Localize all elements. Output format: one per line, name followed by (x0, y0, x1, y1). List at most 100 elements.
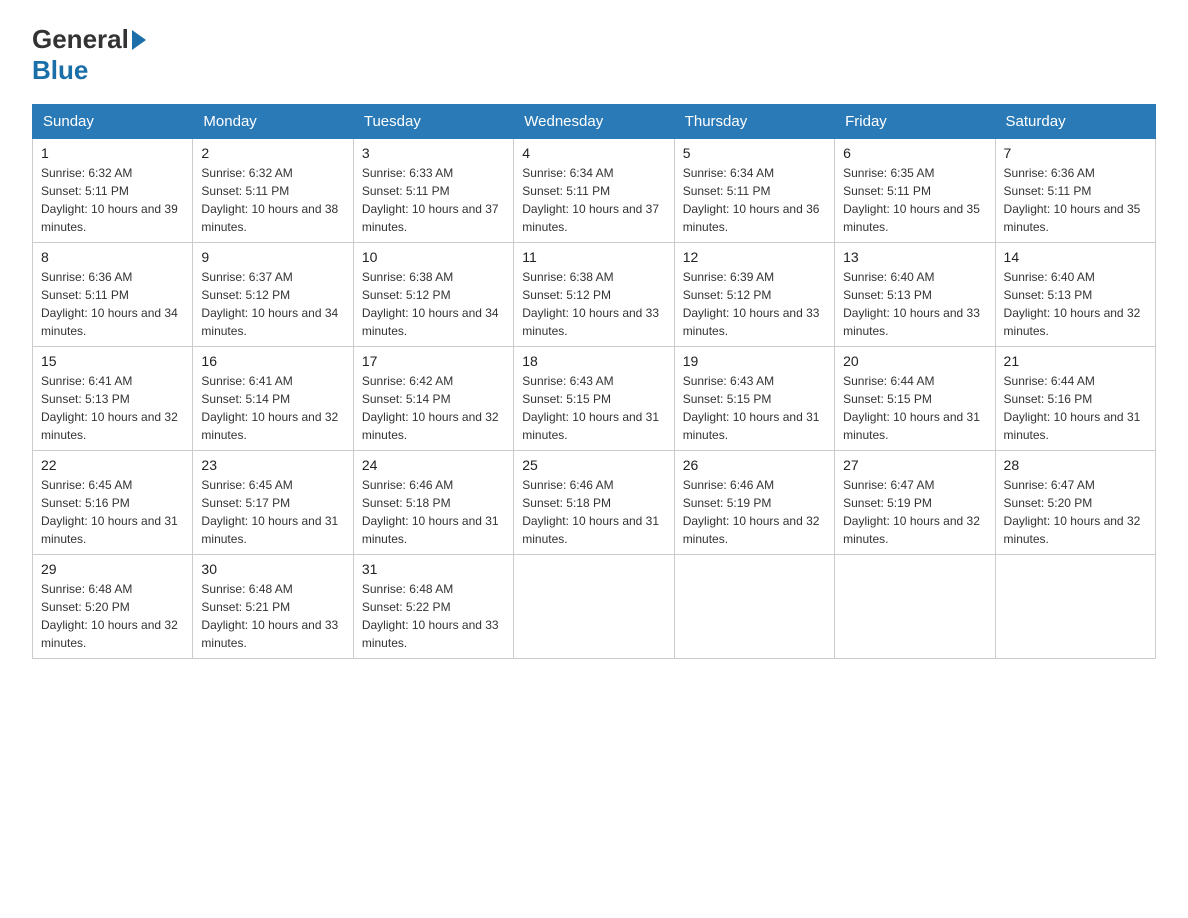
day-info: Sunrise: 6:46 AMSunset: 5:19 PMDaylight:… (683, 476, 826, 548)
day-info: Sunrise: 6:41 AMSunset: 5:14 PMDaylight:… (201, 372, 344, 444)
day-number: 22 (41, 457, 184, 473)
day-info: Sunrise: 6:46 AMSunset: 5:18 PMDaylight:… (522, 476, 665, 548)
logo-blue-text: Blue (32, 55, 88, 85)
day-info: Sunrise: 6:43 AMSunset: 5:15 PMDaylight:… (522, 372, 665, 444)
day-number: 23 (201, 457, 344, 473)
day-number: 17 (362, 353, 505, 369)
day-info: Sunrise: 6:45 AMSunset: 5:17 PMDaylight:… (201, 476, 344, 548)
day-info: Sunrise: 6:32 AMSunset: 5:11 PMDaylight:… (201, 164, 344, 236)
day-number: 30 (201, 561, 344, 577)
calendar-week-row: 29 Sunrise: 6:48 AMSunset: 5:20 PMDayligh… (33, 555, 1156, 659)
day-info: Sunrise: 6:33 AMSunset: 5:11 PMDaylight:… (362, 164, 505, 236)
calendar-header-thursday: Thursday (674, 105, 834, 139)
day-number: 24 (362, 457, 505, 473)
calendar-cell: 15 Sunrise: 6:41 AMSunset: 5:13 PMDayligh… (33, 347, 193, 451)
calendar-header-wednesday: Wednesday (514, 105, 674, 139)
day-number: 27 (843, 457, 986, 473)
calendar-cell: 5Sunrise: 6:34 AMSunset: 5:11 PMDaylight… (674, 139, 834, 243)
day-number: 13 (843, 249, 986, 265)
day-number: 3 (362, 145, 505, 161)
calendar-header-monday: Monday (193, 105, 353, 139)
calendar-cell: 17 Sunrise: 6:42 AMSunset: 5:14 PMDayligh… (353, 347, 513, 451)
logo-general-text: General (32, 24, 129, 55)
day-number: 31 (362, 561, 505, 577)
calendar-cell (835, 555, 995, 659)
day-number: 25 (522, 457, 665, 473)
day-number: 20 (843, 353, 986, 369)
calendar-week-row: 8Sunrise: 6:36 AMSunset: 5:11 PMDaylight… (33, 243, 1156, 347)
calendar-cell: 12 Sunrise: 6:39 AMSunset: 5:12 PMDayligh… (674, 243, 834, 347)
day-number: 4 (522, 145, 665, 161)
day-number: 1 (41, 145, 184, 161)
day-info: Sunrise: 6:44 AMSunset: 5:15 PMDaylight:… (843, 372, 986, 444)
calendar-cell: 16 Sunrise: 6:41 AMSunset: 5:14 PMDayligh… (193, 347, 353, 451)
calendar-cell: 4 Sunrise: 6:34 AMSunset: 5:11 PMDaylight… (514, 139, 674, 243)
day-number: 26 (683, 457, 826, 473)
calendar-week-row: 15 Sunrise: 6:41 AMSunset: 5:13 PMDayligh… (33, 347, 1156, 451)
day-number: 12 (683, 249, 826, 265)
calendar-cell: 24 Sunrise: 6:46 AMSunset: 5:18 PMDayligh… (353, 451, 513, 555)
calendar-cell: 26 Sunrise: 6:46 AMSunset: 5:19 PMDayligh… (674, 451, 834, 555)
day-info: Sunrise: 6:48 AMSunset: 5:21 PMDaylight:… (201, 580, 344, 652)
day-info: Sunrise: 6:32 AMSunset: 5:11 PMDaylight:… (41, 164, 184, 236)
calendar-cell: 10 Sunrise: 6:38 AMSunset: 5:12 PMDayligh… (353, 243, 513, 347)
day-number: 15 (41, 353, 184, 369)
calendar-cell: 6Sunrise: 6:35 AMSunset: 5:11 PMDaylight… (835, 139, 995, 243)
day-info: Sunrise: 6:36 AMSunset: 5:11 PMDaylight:… (1004, 164, 1147, 236)
calendar-cell: 14 Sunrise: 6:40 AMSunset: 5:13 PMDayligh… (995, 243, 1155, 347)
day-info: Sunrise: 6:47 AMSunset: 5:20 PMDaylight:… (1004, 476, 1147, 548)
day-info: Sunrise: 6:34 AMSunset: 5:11 PMDaylight:… (683, 164, 826, 236)
day-info: Sunrise: 6:40 AMSunset: 5:13 PMDaylight:… (1004, 268, 1147, 340)
logo-arrow-icon (132, 30, 146, 50)
calendar-cell: 31 Sunrise: 6:48 AMSunset: 5:22 PMDayligh… (353, 555, 513, 659)
calendar-cell: 1 Sunrise: 6:32 AMSunset: 5:11 PMDaylight… (33, 139, 193, 243)
day-info: Sunrise: 6:42 AMSunset: 5:14 PMDaylight:… (362, 372, 505, 444)
calendar-cell: 18 Sunrise: 6:43 AMSunset: 5:15 PMDayligh… (514, 347, 674, 451)
day-number: 18 (522, 353, 665, 369)
calendar-cell: 20 Sunrise: 6:44 AMSunset: 5:15 PMDayligh… (835, 347, 995, 451)
day-number: 16 (201, 353, 344, 369)
day-info: Sunrise: 6:48 AMSunset: 5:22 PMDaylight:… (362, 580, 505, 652)
calendar-cell: 22 Sunrise: 6:45 AMSunset: 5:16 PMDayligh… (33, 451, 193, 555)
calendar-header-sunday: Sunday (33, 105, 193, 139)
day-info: Sunrise: 6:45 AMSunset: 5:16 PMDaylight:… (41, 476, 184, 548)
calendar-cell (995, 555, 1155, 659)
calendar-header-friday: Friday (835, 105, 995, 139)
logo: General Blue (32, 24, 149, 86)
calendar-cell: 29 Sunrise: 6:48 AMSunset: 5:20 PMDayligh… (33, 555, 193, 659)
day-number: 28 (1004, 457, 1147, 473)
day-number: 29 (41, 561, 184, 577)
day-info: Sunrise: 6:38 AMSunset: 5:12 PMDaylight:… (362, 268, 505, 340)
day-info: Sunrise: 6:37 AMSunset: 5:12 PMDaylight:… (201, 268, 344, 340)
calendar-week-row: 1 Sunrise: 6:32 AMSunset: 5:11 PMDaylight… (33, 139, 1156, 243)
day-number: 14 (1004, 249, 1147, 265)
day-number: 2 (201, 145, 344, 161)
day-info: Sunrise: 6:36 AMSunset: 5:11 PMDaylight:… (41, 268, 184, 340)
calendar-cell: 25 Sunrise: 6:46 AMSunset: 5:18 PMDayligh… (514, 451, 674, 555)
calendar-cell: 9Sunrise: 6:37 AMSunset: 5:12 PMDaylight… (193, 243, 353, 347)
calendar-cell (514, 555, 674, 659)
day-info: Sunrise: 6:43 AMSunset: 5:15 PMDaylight:… (683, 372, 826, 444)
day-info: Sunrise: 6:48 AMSunset: 5:20 PMDaylight:… (41, 580, 184, 652)
calendar-cell: 28 Sunrise: 6:47 AMSunset: 5:20 PMDayligh… (995, 451, 1155, 555)
calendar-header-row: SundayMondayTuesdayWednesdayThursdayFrid… (33, 105, 1156, 139)
calendar-cell: 13 Sunrise: 6:40 AMSunset: 5:13 PMDayligh… (835, 243, 995, 347)
day-info: Sunrise: 6:40 AMSunset: 5:13 PMDaylight:… (843, 268, 986, 340)
day-number: 6 (843, 145, 986, 161)
day-info: Sunrise: 6:41 AMSunset: 5:13 PMDaylight:… (41, 372, 184, 444)
day-info: Sunrise: 6:46 AMSunset: 5:18 PMDaylight:… (362, 476, 505, 548)
calendar-week-row: 22 Sunrise: 6:45 AMSunset: 5:16 PMDayligh… (33, 451, 1156, 555)
calendar-cell: 3 Sunrise: 6:33 AMSunset: 5:11 PMDaylight… (353, 139, 513, 243)
calendar-cell: 21Sunrise: 6:44 AMSunset: 5:16 PMDayligh… (995, 347, 1155, 451)
page-header: General Blue (32, 24, 1156, 86)
day-number: 10 (362, 249, 505, 265)
calendar-cell: 8Sunrise: 6:36 AMSunset: 5:11 PMDaylight… (33, 243, 193, 347)
day-number: 7 (1004, 145, 1147, 161)
day-number: 11 (522, 249, 665, 265)
calendar-cell: 23 Sunrise: 6:45 AMSunset: 5:17 PMDayligh… (193, 451, 353, 555)
day-info: Sunrise: 6:38 AMSunset: 5:12 PMDaylight:… (522, 268, 665, 340)
day-info: Sunrise: 6:39 AMSunset: 5:12 PMDaylight:… (683, 268, 826, 340)
day-number: 21 (1004, 353, 1147, 369)
day-info: Sunrise: 6:34 AMSunset: 5:11 PMDaylight:… (522, 164, 665, 236)
day-info: Sunrise: 6:47 AMSunset: 5:19 PMDaylight:… (843, 476, 986, 548)
